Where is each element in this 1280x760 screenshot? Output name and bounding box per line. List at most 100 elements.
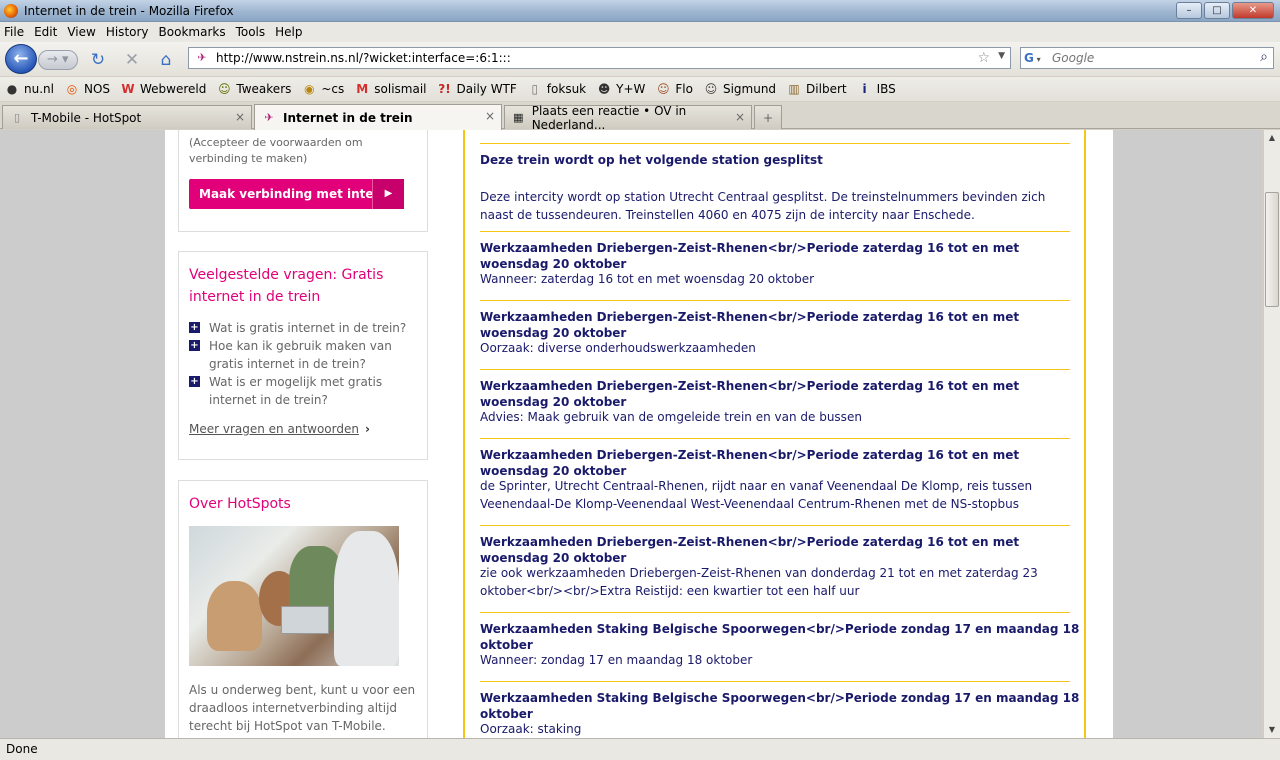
url-text[interactable]: http://www.nstrein.ns.nl/?wicket:interfa… bbox=[216, 51, 511, 65]
site-favicon-icon: ✈ bbox=[197, 51, 207, 64]
news-body: Oorzaak: diverse onderhoudswerkzaamheden bbox=[480, 341, 756, 355]
news-title: Werkzaamheden Driebergen-Zeist-Rhenen<br… bbox=[480, 379, 1020, 409]
menu-view[interactable]: View bbox=[67, 25, 95, 39]
chevron-right-icon: › bbox=[364, 422, 370, 436]
bookmark-label: ~cs bbox=[321, 82, 345, 96]
menu-file[interactable]: File bbox=[4, 25, 24, 39]
hotspot-photo bbox=[189, 526, 399, 666]
news-title: Werkzaamheden Staking Belgische Spoorweg… bbox=[480, 691, 1080, 721]
close-window-button[interactable]: ✕ bbox=[1232, 2, 1274, 19]
forward-button[interactable]: → ▾ bbox=[38, 50, 78, 70]
stop-icon[interactable]: ✕ bbox=[123, 51, 141, 69]
bookmark-label: foksuk bbox=[546, 82, 587, 96]
news-title: Werkzaamheden Driebergen-Zeist-Rhenen<br… bbox=[480, 448, 1020, 478]
search-input[interactable] bbox=[1052, 51, 1242, 65]
bookmark-item[interactable]: ☺ Sigmund bbox=[703, 81, 776, 97]
search-icon[interactable]: ⌕ bbox=[1260, 49, 1268, 65]
bookmark-label: Daily WTF bbox=[456, 82, 517, 96]
tab-ov-in-nederland[interactable]: ▦ Plaats een reactie • OV in Nederland..… bbox=[504, 104, 752, 132]
tab-tmobile-hotspot[interactable]: ▯ T-Mobile - HotSpot × bbox=[2, 105, 252, 129]
back-button[interactable]: ← bbox=[5, 44, 37, 74]
bookmark-label: NOS bbox=[83, 82, 111, 96]
scroll-down-icon[interactable]: ▼ bbox=[1264, 722, 1280, 738]
tweakers-icon: ☺ bbox=[218, 82, 231, 96]
menu-history[interactable]: History bbox=[106, 25, 149, 39]
window-titlebar: Internet in de trein - Mozilla Firefox –… bbox=[0, 0, 1280, 22]
bookmark-item[interactable]: ◉ ~cs bbox=[301, 81, 344, 97]
bookmark-label: Dilbert bbox=[806, 82, 847, 96]
forum-favicon-icon: ▦ bbox=[513, 110, 524, 124]
maximize-button[interactable]: □ bbox=[1204, 2, 1230, 19]
divider bbox=[480, 681, 1070, 682]
scrollbar-thumb[interactable] bbox=[1265, 192, 1279, 307]
close-tab-icon[interactable]: × bbox=[485, 109, 495, 123]
bookmark-item[interactable]: ?! Daily WTF bbox=[437, 81, 517, 97]
news-body: Deze intercity wordt op station Utrecht … bbox=[480, 190, 1046, 222]
connect-internet-button[interactable]: Maak verbinding met internet ▶ bbox=[189, 179, 404, 209]
plus-icon: + bbox=[189, 376, 200, 387]
dilbert-icon: ▥ bbox=[788, 82, 800, 96]
hotspots-box: Over HotSpots Als u onderweg bent, kunt … bbox=[178, 480, 428, 738]
flo-icon: ☺ bbox=[657, 82, 670, 96]
bookmark-label: Y+W bbox=[616, 82, 646, 96]
bookmark-item[interactable]: ▥ Dilbert bbox=[786, 81, 847, 97]
more-questions-link[interactable]: Meer vragen en antwoorden › bbox=[189, 422, 370, 436]
status-bar: Done bbox=[0, 738, 1280, 760]
nstrein-favicon-icon: ✈ bbox=[264, 110, 274, 124]
url-bar[interactable]: ✈ http://www.nstrein.ns.nl/?wicket:inter… bbox=[188, 47, 1011, 69]
news-body: de Sprinter, Utrecht Centraal-Rhenen, ri… bbox=[480, 479, 1033, 511]
google-engine-icon[interactable]: G ▾ bbox=[1024, 49, 1052, 67]
faq-item[interactable]: + Wat is gratis internet in de trein? bbox=[189, 319, 419, 337]
faq-item-label: Hoe kan ik gebruik maken van gratis inte… bbox=[209, 339, 392, 371]
page-viewport: (Accepteer de voorwaarden om verbinding … bbox=[0, 130, 1262, 738]
bookmark-item[interactable]: W Webwereld bbox=[120, 81, 206, 97]
news-title: Werkzaamheden Driebergen-Zeist-Rhenen<br… bbox=[480, 535, 1020, 565]
close-tab-icon[interactable]: × bbox=[235, 110, 245, 124]
tab-internet-in-de-trein[interactable]: ✈ Internet in de trein × bbox=[254, 104, 502, 130]
divider bbox=[480, 612, 1070, 613]
window-title: Internet in de trein - Mozilla Firefox bbox=[24, 3, 234, 18]
menu-bar: File Edit View History Bookmarks Tools H… bbox=[0, 22, 1280, 42]
url-dropdown-icon[interactable]: ▼ bbox=[998, 51, 1005, 61]
new-tab-button[interactable]: + bbox=[754, 105, 782, 129]
bookmark-item[interactable]: ☺ Tweakers bbox=[216, 81, 291, 97]
menu-help[interactable]: Help bbox=[275, 25, 302, 39]
menu-edit[interactable]: Edit bbox=[34, 25, 57, 39]
news-title: Deze trein wordt op het volgende station… bbox=[480, 153, 823, 167]
bookmark-item[interactable]: Msolismail bbox=[354, 81, 426, 97]
scroll-up-icon[interactable]: ▲ bbox=[1264, 130, 1280, 146]
bookmark-item[interactable]: ● nu.nl bbox=[4, 81, 54, 97]
search-bar[interactable]: G ▾ ⌕ bbox=[1020, 47, 1274, 69]
dailywtf-icon: ?! bbox=[438, 82, 451, 96]
close-tab-icon[interactable]: × bbox=[735, 110, 745, 124]
faq-item[interactable]: + Wat is er mogelijk met gratis internet… bbox=[189, 373, 419, 409]
webwereld-icon: W bbox=[121, 82, 135, 96]
bookmark-label: IBS bbox=[876, 82, 896, 96]
minimize-button[interactable]: – bbox=[1176, 2, 1202, 19]
arrow-right-icon: ▶ bbox=[372, 179, 404, 209]
gmail-icon: M bbox=[356, 82, 369, 96]
menu-bookmarks[interactable]: Bookmarks bbox=[159, 25, 226, 39]
bookmark-item[interactable]: ☻ Y+W bbox=[596, 81, 646, 97]
news-list: Deze trein wordt op het volgende station… bbox=[463, 130, 1086, 738]
reload-icon[interactable]: ↻ bbox=[89, 51, 107, 69]
news-title: Werkzaamheden Driebergen-Zeist-Rhenen<br… bbox=[480, 310, 1020, 340]
bookmark-label: Sigmund bbox=[722, 82, 777, 96]
menu-tools[interactable]: Tools bbox=[236, 25, 266, 39]
home-icon[interactable]: ⌂ bbox=[157, 51, 175, 69]
faq-item-label: Wat is er mogelijk met gratis internet i… bbox=[209, 375, 383, 407]
news-body: Oorzaak: staking bbox=[480, 722, 582, 736]
bookmark-item[interactable]: i IBS bbox=[857, 81, 896, 97]
bookmark-star-icon[interactable]: ☆ bbox=[977, 50, 990, 66]
page-icon: ▯ bbox=[531, 82, 539, 96]
faq-title: Veelgestelde vragen: Gratis internet in … bbox=[189, 267, 384, 305]
plus-icon: + bbox=[189, 322, 200, 333]
bookmark-item[interactable]: ▯ foksuk bbox=[527, 81, 586, 97]
bookmark-item[interactable]: ☺ Flo bbox=[655, 81, 693, 97]
plus-icon: + bbox=[762, 110, 774, 125]
bookmark-item[interactable]: ◎ NOS bbox=[64, 81, 110, 97]
bookmarks-toolbar: ● nu.nl ◎ NOS W Webwereld ☺ Tweakers ◉ ~cs Msolism… bbox=[0, 77, 1280, 101]
ibs-icon: i bbox=[862, 82, 867, 96]
vertical-scrollbar[interactable]: ▲ ▼ bbox=[1263, 130, 1280, 738]
faq-item[interactable]: + Hoe kan ik gebruik maken van gratis in… bbox=[189, 337, 419, 373]
